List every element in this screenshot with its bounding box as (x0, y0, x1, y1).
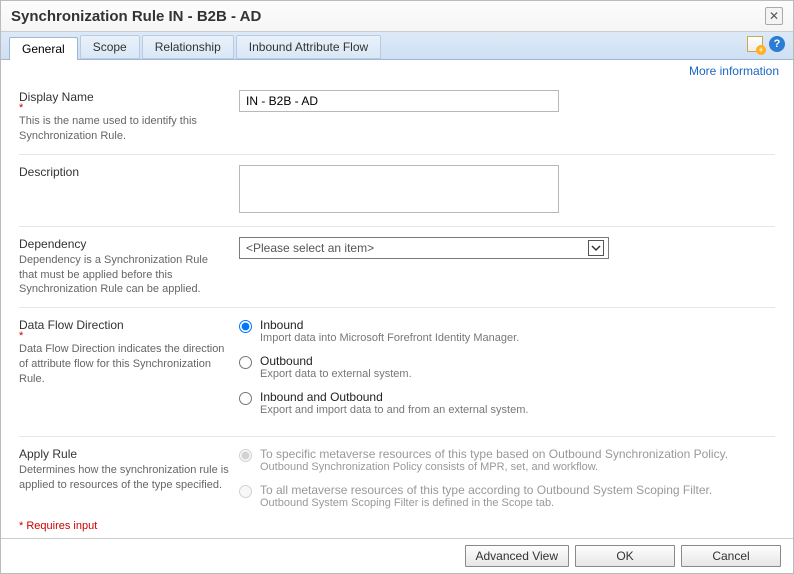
option-label: Inbound and Outbound (260, 390, 528, 404)
titlebar: Synchronization Rule IN - B2B - AD ✕ (1, 1, 793, 32)
chevron-down-icon (588, 240, 604, 256)
option-hint: Import data into Microsoft Forefront Ide… (260, 332, 519, 344)
option-label: Outbound (260, 354, 412, 368)
advanced-view-button[interactable]: Advanced View (465, 545, 570, 567)
required-marker: * (19, 332, 229, 340)
dependency-select-value: <Please select an item> (246, 241, 374, 255)
radio-apply-specific (239, 449, 252, 462)
tab-label: General (22, 42, 65, 56)
description-input[interactable] (239, 165, 559, 213)
ok-button[interactable]: OK (575, 545, 675, 567)
tab-scope[interactable]: Scope (80, 35, 140, 59)
row-apply-rule: Apply Rule Determines how the synchroniz… (19, 437, 775, 516)
row-description: Description (19, 155, 775, 227)
apply-rule-option-all: To all metaverse resources of this type … (239, 483, 775, 509)
dependency-hint: Dependency is a Synchronization Rule tha… (19, 253, 229, 298)
data-flow-option-both: Inbound and Outbound Export and import d… (239, 390, 775, 416)
window-title: Synchronization Rule IN - B2B - AD (11, 8, 261, 25)
close-button[interactable]: ✕ (765, 7, 783, 25)
description-label: Description (19, 165, 229, 179)
tab-bar: General Scope Relationship Inbound Attri… (1, 32, 793, 60)
dialog-window: Synchronization Rule IN - B2B - AD ✕ Gen… (0, 0, 794, 574)
radio-outbound[interactable] (239, 356, 252, 369)
option-hint: Outbound System Scoping Filter is define… (260, 497, 712, 509)
radio-apply-all (239, 485, 252, 498)
help-icon[interactable]: ? (769, 36, 785, 52)
tabbar-actions: ? (747, 36, 785, 52)
required-marker: * (19, 104, 229, 112)
option-label: Inbound (260, 318, 519, 332)
row-display-name: Display Name * This is the name used to … (19, 80, 775, 155)
tab-label: Scope (93, 40, 127, 54)
tab-label: Relationship (155, 40, 221, 54)
option-hint: Export data to external system. (260, 368, 412, 380)
more-information-link[interactable]: More information (689, 64, 779, 78)
dependency-select[interactable]: <Please select an item> (239, 237, 609, 259)
requires-input-note: * Requires input (1, 516, 793, 538)
option-hint: Outbound Synchronization Policy consists… (260, 461, 728, 473)
radio-inbound[interactable] (239, 320, 252, 333)
close-icon: ✕ (769, 9, 779, 23)
option-label: To specific metaverse resources of this … (260, 447, 728, 461)
cancel-button[interactable]: Cancel (681, 545, 781, 567)
subheader: More information (1, 60, 793, 80)
tab-relationship[interactable]: Relationship (142, 35, 234, 59)
option-label: To all metaverse resources of this type … (260, 483, 712, 497)
tab-general[interactable]: General (9, 37, 78, 60)
apply-rule-label: Apply Rule (19, 447, 229, 461)
display-name-input[interactable] (239, 90, 559, 112)
dependency-label: Dependency (19, 237, 229, 251)
display-name-label: Display Name (19, 90, 229, 104)
apply-rule-hint: Determines how the synchronization rule … (19, 463, 229, 493)
data-flow-label: Data Flow Direction (19, 318, 229, 332)
row-data-flow: Data Flow Direction * Data Flow Directio… (19, 308, 775, 437)
data-flow-hint: Data Flow Direction indicates the direct… (19, 342, 229, 387)
data-flow-option-outbound: Outbound Export data to external system. (239, 354, 775, 380)
tab-inbound-attribute-flow[interactable]: Inbound Attribute Flow (236, 35, 381, 59)
new-document-icon[interactable] (747, 36, 763, 52)
display-name-hint: This is the name used to identify this S… (19, 114, 229, 144)
form-body: Display Name * This is the name used to … (1, 80, 793, 516)
data-flow-option-inbound: Inbound Import data into Microsoft Foref… (239, 318, 775, 344)
radio-both[interactable] (239, 392, 252, 405)
option-hint: Export and import data to and from an ex… (260, 404, 528, 416)
tab-label: Inbound Attribute Flow (249, 40, 368, 54)
row-dependency: Dependency Dependency is a Synchronizati… (19, 227, 775, 309)
footer: Advanced View OK Cancel (1, 538, 793, 573)
apply-rule-option-specific: To specific metaverse resources of this … (239, 447, 775, 473)
